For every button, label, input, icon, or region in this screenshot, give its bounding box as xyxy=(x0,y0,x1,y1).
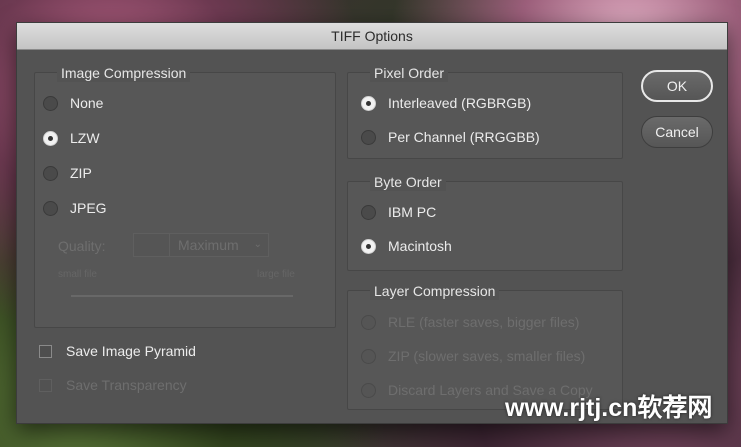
chevron-down-icon: ⌄ xyxy=(253,239,262,250)
compression-jpeg-option[interactable]: JPEG xyxy=(43,200,107,216)
layer-compression-legend: Layer Compression xyxy=(370,282,500,300)
dialog-title: TIFF Options xyxy=(17,23,727,50)
cancel-button[interactable]: Cancel xyxy=(641,116,713,148)
radio-selected-icon xyxy=(43,130,58,146)
quality-slider[interactable] xyxy=(71,295,293,297)
checkbox-label: Save Transparency xyxy=(66,377,187,393)
radio-icon xyxy=(43,200,58,216)
radio-icon xyxy=(361,129,376,145)
radio-selected-icon xyxy=(361,95,376,111)
option-label: RLE (faster saves, bigger files) xyxy=(388,314,580,330)
option-label: JPEG xyxy=(70,200,107,216)
tiff-options-dialog: TIFF Options Image Compression None LZW … xyxy=(16,22,728,424)
watermark-text: www.rjtj.cn软荐网 xyxy=(505,394,713,422)
checkbox-icon xyxy=(39,378,52,392)
option-label: None xyxy=(70,95,104,111)
radio-icon xyxy=(361,204,376,220)
option-label: LZW xyxy=(70,130,100,146)
save-transparency-checkbox[interactable]: Save Transparency xyxy=(39,377,187,393)
radio-icon xyxy=(43,95,58,111)
image-compression-legend: Image Compression xyxy=(57,64,191,82)
byte-order-ibm-pc-option[interactable]: IBM PC xyxy=(361,204,436,220)
radio-selected-icon xyxy=(361,238,376,254)
pixel-order-legend: Pixel Order xyxy=(370,64,449,82)
layer-compression-rle-option[interactable]: RLE (faster saves, bigger files) xyxy=(361,314,579,330)
option-label: IBM PC xyxy=(388,204,437,220)
pixel-order-group: Pixel Order Interleaved (RGBRGB) Per Cha… xyxy=(347,64,623,159)
compression-lzw-option[interactable]: LZW xyxy=(43,130,100,146)
compression-none-option[interactable]: None xyxy=(43,95,103,111)
option-label: ZIP xyxy=(70,165,92,181)
radio-icon xyxy=(361,348,376,364)
compression-zip-option[interactable]: ZIP xyxy=(43,165,92,181)
pixel-order-per-channel-option[interactable]: Per Channel (RRGGBB) xyxy=(361,129,540,145)
option-label: ZIP (slower saves, smaller files) xyxy=(388,348,586,364)
byte-order-legend: Byte Order xyxy=(370,173,446,191)
option-label: Interleaved (RGBRGB) xyxy=(388,95,532,111)
byte-order-macintosh-option[interactable]: Macintosh xyxy=(361,238,452,254)
radio-icon xyxy=(361,382,376,398)
option-label: Macintosh xyxy=(388,238,452,254)
pixel-order-interleaved-option[interactable]: Interleaved (RGBRGB) xyxy=(361,95,531,111)
small-file-label: small file xyxy=(58,269,97,280)
quality-label: Quality: xyxy=(58,238,106,254)
quality-select-value: Maximum xyxy=(178,237,239,253)
radio-icon xyxy=(43,165,58,181)
option-label: Per Channel (RRGGBB) xyxy=(388,129,540,145)
ok-button[interactable]: OK xyxy=(641,70,713,102)
checkbox-icon xyxy=(39,344,52,358)
large-file-label: large file xyxy=(257,269,295,280)
quality-select[interactable]: Maximum ⌄ xyxy=(169,233,269,257)
layer-compression-zip-option[interactable]: ZIP (slower saves, smaller files) xyxy=(361,348,585,364)
save-image-pyramid-checkbox[interactable]: Save Image Pyramid xyxy=(39,343,196,359)
image-compression-group: Image Compression None LZW ZIP JPEG Qual… xyxy=(34,64,336,328)
quality-input[interactable] xyxy=(133,233,171,257)
checkbox-label: Save Image Pyramid xyxy=(66,343,196,359)
radio-icon xyxy=(361,314,376,330)
byte-order-group: Byte Order IBM PC Macintosh xyxy=(347,173,623,271)
